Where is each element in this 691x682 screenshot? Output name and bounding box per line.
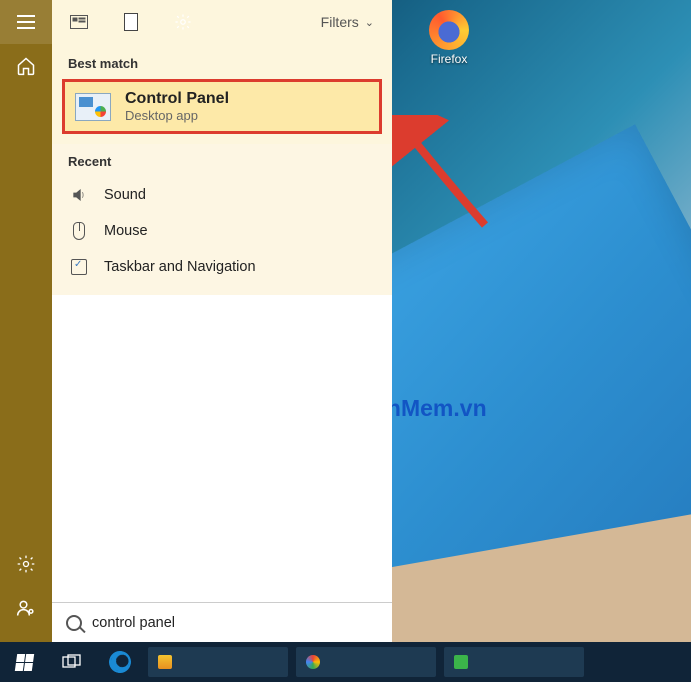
document-icon (124, 13, 138, 31)
gear-icon (16, 554, 36, 574)
settings-filter-button[interactable] (166, 0, 200, 44)
gear-icon (174, 13, 192, 31)
control-panel-icon (75, 93, 111, 121)
taskbar-icon (68, 256, 90, 278)
recent-label: Mouse (104, 223, 148, 239)
recent-label: Sound (104, 187, 146, 203)
best-match-subtitle: Desktop app (125, 108, 229, 123)
firefox-icon (429, 10, 469, 50)
search-box[interactable] (52, 602, 392, 642)
apps-view-button[interactable] (62, 0, 96, 44)
recent-item-taskbar[interactable]: Taskbar and Navigation (68, 249, 376, 285)
chrome-icon (306, 655, 320, 669)
home-button[interactable] (0, 44, 52, 88)
recent-heading: Recent (52, 144, 392, 177)
documents-button[interactable] (114, 0, 148, 44)
taskbar-app-2[interactable] (296, 647, 436, 677)
filters-label: Filters (321, 14, 359, 30)
chevron-down-icon: ⌄ (365, 16, 374, 29)
taskbar (0, 642, 691, 682)
desktop-icon-firefox[interactable]: Firefox (412, 10, 486, 66)
recent-label: Taskbar and Navigation (104, 259, 256, 275)
recent-list: Sound Mouse Taskbar and Navigation (52, 177, 392, 295)
start-left-rail (0, 0, 52, 642)
best-match-title: Control Panel (125, 90, 229, 108)
search-top-bar: Filters ⌄ (52, 0, 392, 44)
app-icon (454, 655, 468, 669)
task-view-button[interactable] (48, 642, 96, 682)
apps-icon (70, 15, 88, 29)
recent-item-sound[interactable]: Sound (68, 177, 376, 213)
speaker-icon (68, 184, 90, 206)
task-view-icon (62, 654, 82, 670)
app-icon (158, 655, 172, 669)
taskbar-app-3[interactable] (444, 647, 584, 677)
home-icon (16, 56, 36, 76)
menu-button[interactable] (0, 0, 52, 44)
taskbar-app-1[interactable] (148, 647, 288, 677)
best-match-result[interactable]: Control Panel Desktop app (62, 79, 382, 134)
settings-button[interactable] (0, 542, 52, 586)
user-icon (16, 598, 36, 618)
edge-button[interactable] (96, 642, 144, 682)
mouse-icon (68, 220, 90, 242)
edge-icon (106, 648, 134, 676)
best-match-heading: Best match (52, 44, 392, 79)
search-icon (66, 615, 82, 631)
recent-item-mouse[interactable]: Mouse (68, 213, 376, 249)
hamburger-icon (17, 15, 35, 29)
windows-icon (14, 654, 33, 671)
search-input[interactable] (92, 615, 378, 631)
start-button[interactable] (0, 642, 48, 682)
account-button[interactable] (0, 586, 52, 630)
filters-button[interactable]: Filters ⌄ (313, 14, 382, 30)
firefox-label: Firefox (412, 52, 486, 66)
start-search-panel: Filters ⌄ Best match Control Panel Deskt… (52, 0, 392, 642)
search-panel-body (52, 295, 392, 602)
